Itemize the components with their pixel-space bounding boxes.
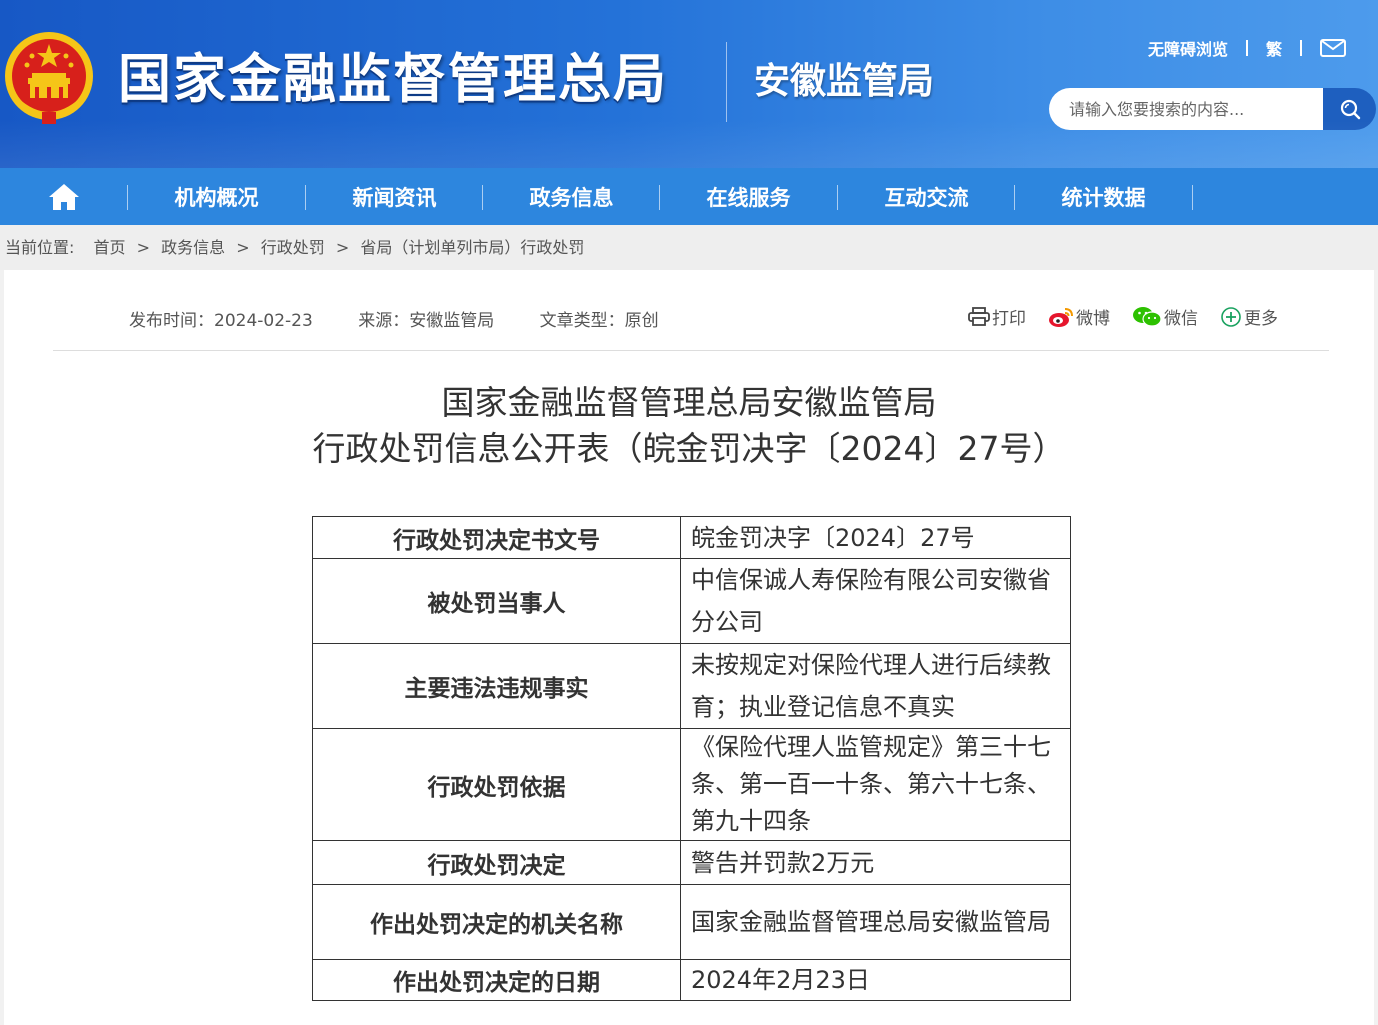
breadcrumb-separator: > (136, 238, 151, 257)
breadcrumb-gov-info[interactable]: 政务信息 (161, 238, 225, 257)
table-row: 作出处罚决定的日期 2024年2月23日 (312, 959, 1071, 1001)
weibo-share-button[interactable]: 微博 (1048, 304, 1110, 329)
table-value: 2024年2月23日 (680, 959, 1071, 1001)
title-divider (726, 42, 727, 122)
printer-icon (968, 306, 990, 326)
table-key: 主要违法违规事实 (312, 643, 681, 729)
print-label: 打印 (992, 309, 1026, 329)
more-share-button[interactable]: 更多 (1220, 304, 1278, 329)
top-links: 无障碍浏览 繁 (1148, 36, 1346, 60)
nav-divider (1192, 185, 1193, 210)
wechat-share-button[interactable]: 微信 (1132, 304, 1198, 329)
breadcrumb: 当前位置: 首页 > 政务信息 > 行政处罚 > 省局（计划单列市局）行政处罚 (0, 225, 1378, 270)
main-nav: 机构概况 新闻资讯 政务信息 在线服务 互动交流 统计数据 (0, 168, 1378, 225)
article-source: 来源：安徽监管局 (358, 311, 495, 331)
table-row: 作出处罚决定的机关名称 国家金融监督管理总局安徽监管局 (312, 884, 1071, 960)
branch-title[interactable]: 安徽监管局 (754, 58, 934, 106)
site-title[interactable]: 国家金融监督管理总局 (118, 44, 668, 116)
nav-item-statistics[interactable]: 统计数据 (1015, 168, 1192, 225)
search-input[interactable] (1049, 88, 1323, 130)
article-meta: 发布时间：2024-02-23 来源：安徽监管局 文章类型：原创 (129, 306, 659, 331)
share-bar: 打印 微博 微信 更多 (968, 304, 1278, 329)
nav-item-news[interactable]: 新闻资讯 (306, 168, 483, 225)
table-row: 行政处罚决定书文号 皖金罚决字〔2024〕27号 (312, 516, 1071, 559)
breadcrumb-separator: > (236, 238, 250, 257)
table-value: 未按规定对保险代理人进行后续教育；执业登记信息不真实 (680, 643, 1071, 729)
mail-icon[interactable] (1320, 39, 1346, 57)
breadcrumb-provincial-penalty[interactable]: 省局（计划单列市局）行政处罚 (360, 238, 584, 257)
link-divider (1245, 40, 1248, 56)
nav-home[interactable] (40, 180, 88, 214)
table-key: 行政处罚决定书文号 (312, 516, 681, 559)
traditional-chinese-link[interactable]: 繁 (1266, 36, 1282, 60)
table-value: 《保险代理人监管规定》第三十七条、第一百一十条、第六十七条、第九十四条 (680, 728, 1071, 841)
table-value: 国家金融监督管理总局安徽监管局 (680, 884, 1071, 960)
publish-time: 发布时间：2024-02-23 (129, 311, 313, 331)
breadcrumb-penalty[interactable]: 行政处罚 (261, 238, 325, 257)
table-key: 被处罚当事人 (312, 558, 681, 644)
penalty-info-table: 行政处罚决定书文号 皖金罚决字〔2024〕27号 被处罚当事人 中信保诚人寿保险… (312, 516, 1071, 1001)
table-key: 作出处罚决定的日期 (312, 959, 681, 1001)
table-key: 行政处罚依据 (312, 728, 681, 841)
search-box (1049, 88, 1376, 130)
article-type: 文章类型：原创 (539, 311, 659, 331)
table-row: 主要违法违规事实 未按规定对保险代理人进行后续教育；执业登记信息不真实 (312, 643, 1071, 729)
article-content: 发布时间：2024-02-23 来源：安徽监管局 文章类型：原创 打印 微博 微… (4, 270, 1374, 1025)
wechat-icon (1133, 306, 1162, 327)
print-button[interactable]: 打印 (968, 304, 1026, 329)
document-title-line1: 国家金融监督管理总局安徽监管局 (441, 383, 937, 422)
plus-circle-icon (1221, 306, 1241, 327)
meta-divider (53, 350, 1329, 351)
document-title: 国家金融监督管理总局安徽监管局 行政处罚信息公开表（皖金罚决字〔2024〕27号… (4, 380, 1374, 472)
nav-item-online-service[interactable]: 在线服务 (660, 168, 837, 225)
breadcrumb-separator: > (335, 238, 350, 257)
table-value: 皖金罚决字〔2024〕27号 (680, 516, 1071, 559)
table-value: 中信保诚人寿保险有限公司安徽省分公司 (680, 558, 1071, 644)
table-key: 行政处罚决定 (312, 840, 681, 885)
nav-item-about[interactable]: 机构概况 (128, 168, 305, 225)
table-row: 行政处罚决定 警告并罚款2万元 (312, 840, 1071, 885)
wechat-label: 微信 (1164, 309, 1198, 329)
table-key: 作出处罚决定的机关名称 (312, 884, 681, 960)
site-header: 国家金融监督管理总局 安徽监管局 无障碍浏览 繁 (0, 0, 1378, 168)
weibo-label: 微博 (1076, 309, 1110, 329)
breadcrumb-label: 当前位置: (5, 238, 75, 257)
more-label: 更多 (1244, 309, 1278, 329)
link-divider (1300, 40, 1302, 56)
national-emblem-icon[interactable] (2, 28, 96, 128)
table-row: 被处罚当事人 中信保诚人寿保险有限公司安徽省分公司 (312, 558, 1071, 644)
document-title-line2: 行政处罚信息公开表（皖金罚决字〔2024〕27号） (312, 429, 1066, 468)
nav-item-interaction[interactable]: 互动交流 (838, 168, 1015, 225)
breadcrumb-home[interactable]: 首页 (94, 238, 126, 257)
search-icon (1340, 99, 1360, 120)
search-button[interactable] (1323, 88, 1376, 130)
nav-item-gov-info[interactable]: 政务信息 (483, 168, 660, 225)
table-row: 行政处罚依据 《保险代理人监管规定》第三十七条、第一百一十条、第六十七条、第九十… (312, 728, 1071, 841)
accessibility-link[interactable]: 无障碍浏览 (1148, 36, 1228, 60)
home-icon (49, 184, 79, 210)
table-value: 警告并罚款2万元 (680, 840, 1071, 885)
weibo-icon (1049, 307, 1073, 327)
